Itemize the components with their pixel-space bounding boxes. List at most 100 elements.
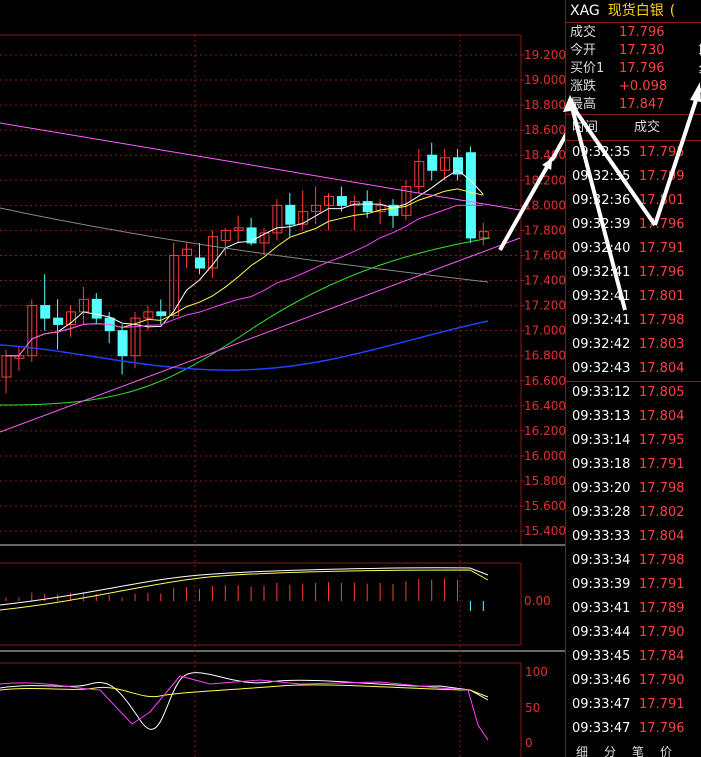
trade-time: 09:32:40: [572, 241, 631, 256]
trade-price: 17.802: [639, 505, 685, 520]
trade-price: 17.804: [639, 361, 685, 376]
trade-price: 17.798: [639, 313, 685, 328]
trade-price: 17.791: [639, 577, 685, 592]
bottom-tab[interactable]: 价: [660, 745, 672, 757]
bottom-tab[interactable]: 笔: [632, 745, 644, 757]
trade-row[interactable]: 09:32:43 17.804: [566, 357, 701, 381]
trade-time: 09:32:35: [572, 145, 631, 160]
price-tick-label: 17.000: [524, 324, 565, 338]
price-tick-label: 16.400: [524, 399, 565, 413]
trade-row[interactable]: 09:33:33 17.804: [566, 525, 701, 549]
quote-value: 17.847: [619, 97, 665, 112]
trend-line-falling: [0, 122, 521, 211]
candle-body: [336, 196, 347, 206]
trade-row[interactable]: 09:33:47 17.791: [566, 693, 701, 717]
trade-price: 17.795: [639, 145, 685, 160]
trade-time-header: 时间: [572, 120, 599, 135]
candle-body: [53, 317, 64, 325]
trade-row[interactable]: 09:32:40 17.791: [566, 237, 701, 261]
trade-price: 17.803: [639, 337, 685, 352]
kline-chart[interactable]: 19.20019.00018.80018.60018.40018.20018.0…: [0, 0, 565, 757]
trade-list[interactable]: 09:32:35 17.795 09:32:35 17.799 09:32:36 17.8…: [566, 141, 701, 741]
trend-line-rising: [0, 237, 521, 433]
quote-label: 今开: [570, 43, 597, 58]
candle-body: [40, 305, 51, 319]
trade-row[interactable]: 09:32:41 17.796: [566, 261, 701, 285]
trade-price: 17.795: [639, 433, 685, 448]
trade-price: 17.790: [639, 673, 685, 688]
instrument-name: 现货白银: [607, 3, 664, 19]
bottom-tab[interactable]: 细: [576, 745, 588, 757]
trade-time: 09:32:35: [572, 169, 631, 184]
quote-rows: 成交17.796 今开17.730₿ 买价117.796≦ 涨跌+0.098 最…: [566, 23, 701, 114]
trade-row[interactable]: 09:33:12 17.805: [566, 381, 701, 405]
trade-price-header: 成交: [634, 120, 661, 135]
bottom-tab[interactable]: 分: [604, 745, 616, 757]
trade-row[interactable]: 09:33:39 17.791: [566, 573, 701, 597]
price-tick-label: 15.600: [524, 499, 565, 513]
trade-time: 09:33:13: [572, 409, 631, 424]
trade-row[interactable]: 09:33:47 17.796: [566, 717, 701, 741]
trade-row[interactable]: 09:32:35 17.795: [566, 141, 701, 165]
trade-row[interactable]: 09:33:45 17.784: [566, 645, 701, 669]
quote-label: 成交: [570, 25, 597, 40]
trade-price: 17.790: [639, 625, 685, 640]
candle-body: [117, 330, 128, 357]
candle-body: [362, 201, 373, 213]
kdj-tick-label: 0: [525, 736, 533, 750]
price-tick-label: 15.400: [524, 524, 565, 538]
trade-row[interactable]: 09:32:41 17.798: [566, 309, 701, 333]
price-tick-label: 18.200: [524, 173, 565, 187]
ma5-line: [6, 169, 484, 357]
quote-row-open: 今开17.730₿: [566, 42, 701, 60]
trade-price: 17.804: [639, 529, 685, 544]
instrument-extra: (: [669, 3, 676, 19]
trade-row[interactable]: 09:33:18 17.791: [566, 453, 701, 477]
trade-row[interactable]: 09:33:13 17.804: [566, 405, 701, 429]
quote-label: 最高: [570, 97, 597, 112]
candle-body: [195, 257, 205, 269]
trade-row[interactable]: 09:32:42 17.803: [566, 333, 701, 357]
trade-row[interactable]: 09:33:46 17.790: [566, 669, 701, 693]
quote-row-last: 成交 17.796: [566, 24, 701, 42]
trade-row[interactable]: 09:32:41 17.801: [566, 285, 701, 309]
trade-time: 09:33:44: [572, 625, 631, 640]
trade-time: 09:32:43: [572, 361, 631, 376]
quote-value: +0.098: [619, 79, 668, 94]
quote-value: 17.796: [619, 25, 665, 40]
quote-label: 买价1: [570, 61, 605, 76]
trade-time: 09:33:41: [572, 601, 631, 616]
macd-zero-label: 0.00: [524, 594, 551, 608]
trade-price: 17.798: [639, 481, 685, 496]
price-tick-label: 17.600: [524, 248, 565, 262]
candle-body: [465, 152, 476, 239]
kline-chart-area[interactable]: 19.200 19.000 18.800 18.600 18.400 18.200 18.0…: [0, 0, 565, 757]
macd-dea-line: [0, 569, 489, 611]
trade-row[interactable]: 09:32:39 17.796: [566, 213, 701, 237]
price-tick-label: 19.000: [524, 73, 565, 87]
trade-row[interactable]: 09:33:28 17.802: [566, 501, 701, 525]
quote-row-high: 最高 17.847: [566, 96, 701, 114]
ma30-line: [0, 237, 491, 406]
price-tick-label: 15.800: [524, 474, 565, 488]
price-tick-label: 17.200: [524, 299, 565, 313]
trade-price: 17.791: [639, 697, 685, 712]
trade-time: 09:32:41: [572, 265, 631, 280]
trade-time: 09:33:47: [572, 721, 631, 736]
trade-row[interactable]: 09:33:41 17.789: [566, 597, 701, 621]
trade-row[interactable]: 09:32:35 17.799: [566, 165, 701, 189]
trade-time: 09:33:39: [572, 577, 631, 592]
instrument-code: XAG: [570, 3, 600, 19]
kdj-j-line: [0, 675, 489, 741]
trade-row[interactable]: 09:33:14 17.795: [566, 429, 701, 453]
trade-row[interactable]: 09:33:20 17.798: [566, 477, 701, 501]
instrument-header: XAG 现货白银 (: [566, 0, 701, 23]
trade-row[interactable]: 09:32:36 17.801: [566, 189, 701, 213]
price-tick-label: 18.800: [524, 98, 565, 112]
trade-price: 17.784: [639, 649, 685, 664]
trade-time: 09:33:14: [572, 433, 631, 448]
trade-price: 17.789: [639, 601, 685, 616]
trade-row[interactable]: 09:33:34 17.798: [566, 549, 701, 573]
trade-row[interactable]: 09:33:44 17.790: [566, 621, 701, 645]
kdj-tick-label: 50: [525, 701, 540, 715]
